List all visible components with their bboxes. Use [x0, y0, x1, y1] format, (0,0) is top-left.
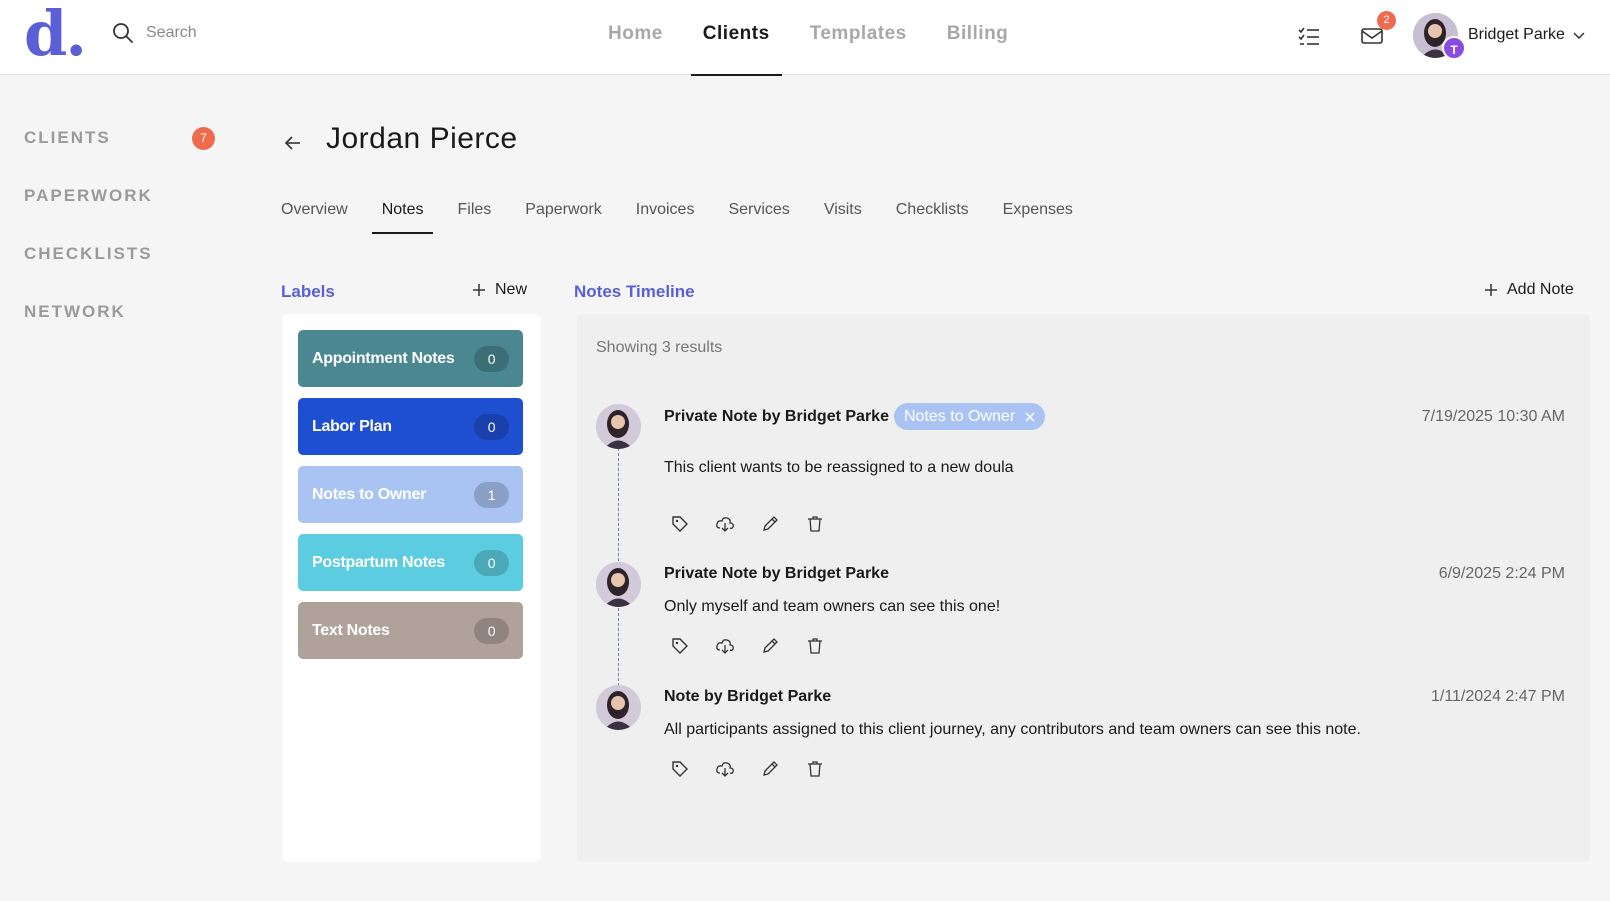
edit-icon[interactable] [760, 514, 780, 534]
label-count: 0 [474, 413, 509, 440]
tag-icon[interactable] [670, 759, 690, 779]
note-tag[interactable]: Notes to Owner [894, 403, 1046, 430]
note-author: Note by Bridget Parke [664, 688, 832, 705]
download-icon[interactable] [715, 759, 735, 779]
search-box[interactable]: Search [112, 22, 197, 44]
note-date: 1/11/2024 2:47 PM [1430, 688, 1565, 705]
note-author: Private Note by Bridget Parke [664, 565, 889, 582]
add-note-text: Add Note [1507, 281, 1574, 298]
label-count: 0 [474, 549, 509, 576]
note-text: All participants assigned to this client… [664, 721, 1361, 738]
label-notes-to-owner[interactable]: Notes to Owner 1 [298, 466, 523, 523]
label-postpartum-notes[interactable]: Postpartum Notes 0 [298, 534, 523, 591]
tab-overview[interactable]: Overview [264, 198, 365, 222]
tab-notes[interactable]: Notes [365, 198, 441, 234]
note-actions [670, 636, 825, 656]
tab-invoices[interactable]: Invoices [619, 198, 712, 222]
note-text: This client wants to be reassigned to a … [664, 459, 1014, 476]
team-initial-badge: T [1442, 36, 1466, 60]
timeline-connector [618, 448, 619, 561]
note-actions [670, 759, 825, 779]
new-label-button[interactable]: New [472, 281, 527, 299]
note-author-avatar [596, 685, 641, 730]
download-icon[interactable] [715, 636, 735, 656]
sidebar-item-clients[interactable]: CLIENTS [24, 128, 111, 148]
sidebar-item-checklists[interactable]: CHECKLISTS [24, 244, 153, 264]
tab-paperwork[interactable]: Paperwork [508, 198, 618, 222]
plus-icon [473, 284, 485, 296]
sidebar-item-network[interactable]: NETWORK [24, 302, 126, 322]
tab-expenses[interactable]: Expenses [986, 198, 1090, 222]
tag-icon[interactable] [670, 514, 690, 534]
close-icon[interactable] [1025, 412, 1035, 422]
nav-tab-home[interactable]: Home [588, 0, 683, 75]
timeline-connector [618, 608, 619, 686]
note-text: Only myself and team owners can see this… [664, 598, 1001, 615]
chevron-down-icon[interactable] [1572, 29, 1586, 43]
top-header: d. Search Home Clients Templates Billing… [0, 0, 1610, 76]
notes-timeline-heading: Notes Timeline [574, 282, 695, 301]
app-logo[interactable]: d. [24, 3, 87, 65]
note-tag-label: Notes to Owner [904, 408, 1016, 425]
client-title: Jordan Pierce [326, 122, 518, 155]
note-author: Private Note by Bridget Parke [664, 408, 889, 425]
notes-panel [577, 314, 1590, 862]
label-name: Text Notes [312, 621, 390, 639]
note-date: 6/9/2025 2:24 PM [1438, 565, 1565, 582]
user-avatar[interactable]: T [1413, 13, 1466, 60]
download-icon[interactable] [715, 514, 735, 534]
trash-icon[interactable] [805, 636, 825, 656]
search-icon [113, 23, 133, 43]
label-name: Labor Plan [312, 417, 392, 435]
results-count: Showing 3 results [596, 339, 723, 356]
label-count: 0 [474, 345, 509, 372]
labels-heading: Labels [281, 282, 335, 301]
back-arrow-icon[interactable] [283, 133, 303, 153]
sidebar-item-paperwork[interactable]: PAPERWORK [24, 186, 153, 206]
label-text-notes[interactable]: Text Notes 0 [298, 602, 523, 659]
label-count: 0 [474, 617, 509, 644]
trash-icon[interactable] [805, 514, 825, 534]
label-labor-plan[interactable]: Labor Plan 0 [298, 398, 523, 455]
label-name: Notes to Owner [312, 485, 427, 503]
tab-visits[interactable]: Visits [807, 198, 879, 222]
user-name[interactable]: Bridget Parke [1468, 26, 1565, 44]
tab-checklists[interactable]: Checklists [879, 198, 986, 222]
note-author-avatar [596, 562, 641, 607]
tab-services[interactable]: Services [711, 198, 806, 222]
trash-icon[interactable] [805, 759, 825, 779]
labels-panel: Appointment Notes 0 Labor Plan 0 Notes t… [282, 314, 541, 862]
edit-icon[interactable] [760, 636, 780, 656]
note-author-avatar [596, 404, 641, 449]
nav-tab-billing[interactable]: Billing [927, 0, 1029, 75]
main-nav: Home Clients Templates Billing [588, 0, 1029, 76]
note-actions [670, 514, 825, 534]
clients-count-badge: 7 [192, 127, 215, 150]
tab-files[interactable]: Files [440, 198, 508, 222]
new-label-text: New [495, 281, 528, 298]
nav-tab-templates[interactable]: Templates [790, 0, 927, 75]
label-appointment-notes[interactable]: Appointment Notes 0 [298, 330, 523, 387]
plus-icon [1485, 284, 1497, 296]
note-date: 7/19/2025 10:30 AM [1421, 408, 1565, 425]
task-list-icon[interactable] [1297, 24, 1321, 48]
client-tabs: Overview Notes Files Paperwork Invoices … [264, 198, 1090, 234]
label-name: Postpartum Notes [312, 553, 445, 571]
tag-icon[interactable] [670, 636, 690, 656]
add-note-button[interactable]: Add Note [1484, 281, 1574, 299]
search-input[interactable]: Search [146, 24, 197, 42]
edit-icon[interactable] [760, 759, 780, 779]
nav-tab-clients[interactable]: Clients [683, 0, 790, 76]
label-count: 1 [474, 481, 509, 508]
label-name: Appointment Notes [312, 349, 455, 367]
mail-badge: 2 [1377, 11, 1396, 30]
